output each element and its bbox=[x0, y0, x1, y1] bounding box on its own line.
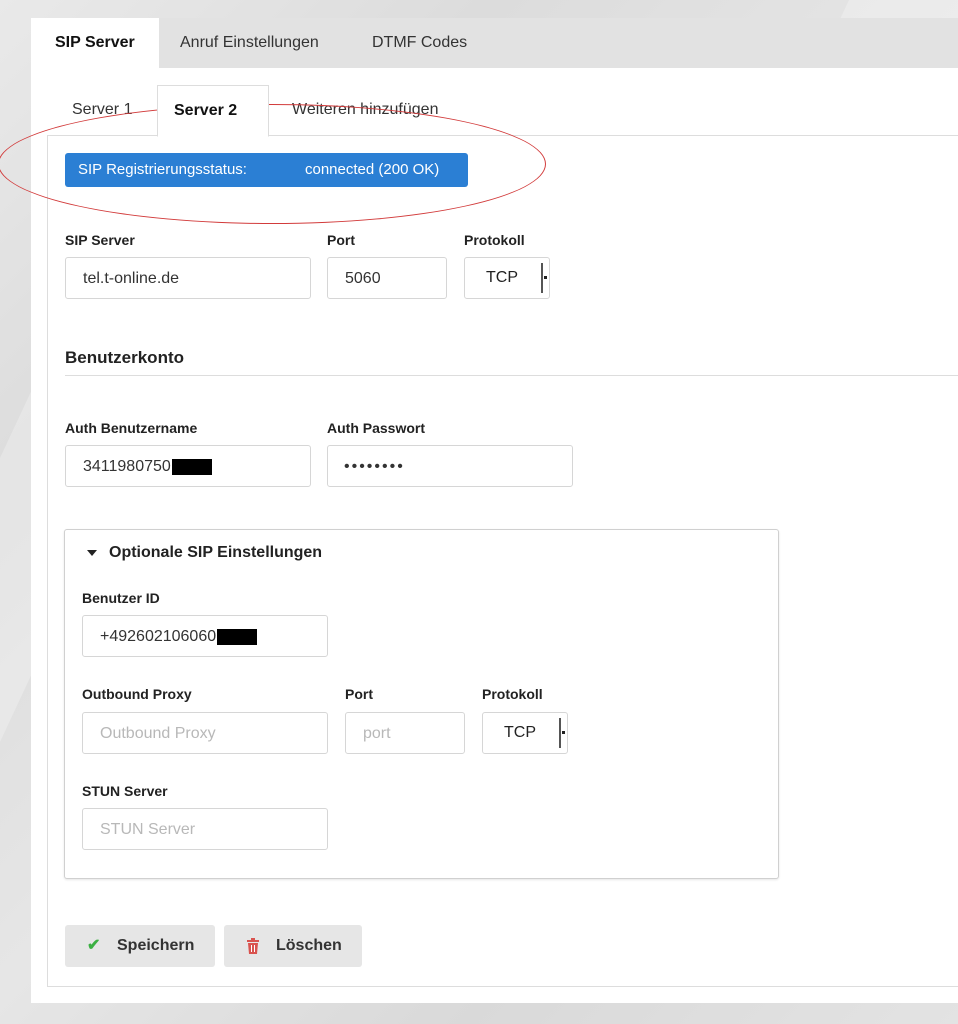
tab-anruf-einstellungen[interactable]: Anruf Einstellungen bbox=[156, 18, 343, 68]
stun-server-label: STUN Server bbox=[82, 783, 168, 799]
stun-server-input[interactable]: STUN Server bbox=[82, 808, 328, 850]
sip-server-input[interactable]: tel.t-online.de bbox=[65, 257, 311, 299]
registration-status-badge: SIP Registrierungsstatus: connected (200… bbox=[65, 153, 468, 187]
top-tabs: SIP Server Anruf Einstellungen DTMF Code… bbox=[31, 18, 958, 68]
tab-sip-server[interactable]: SIP Server bbox=[31, 18, 159, 68]
save-button-label: Speichern bbox=[117, 937, 195, 954]
port-input[interactable]: 5060 bbox=[327, 257, 447, 299]
user-id-label: Benutzer ID bbox=[82, 590, 160, 606]
select-arrow-icon bbox=[559, 718, 567, 748]
auth-password-label: Auth Passwort bbox=[327, 420, 426, 436]
proxy-port-input[interactable]: port bbox=[345, 712, 465, 754]
save-button[interactable]: ✔ Speichern bbox=[65, 925, 215, 967]
redaction-box bbox=[217, 628, 258, 645]
status-label: SIP Registrierungsstatus: bbox=[78, 161, 247, 178]
proxy-protocol-label: Protokoll bbox=[482, 686, 543, 702]
auth-username-label: Auth Benutzername bbox=[65, 420, 198, 436]
status-value: connected (200 OK) bbox=[305, 161, 440, 178]
auth-username-value: 3411980750 bbox=[83, 458, 171, 475]
protocol-select-value: TCP bbox=[486, 269, 518, 286]
section-divider bbox=[65, 375, 958, 376]
select-arrow-icon bbox=[541, 263, 549, 293]
trash-icon bbox=[246, 925, 260, 967]
caret-down-icon bbox=[87, 549, 97, 556]
protocol-select[interactable]: TCP bbox=[464, 257, 550, 299]
delete-button-label: Löschen bbox=[276, 937, 342, 954]
settings-card: SIP Server Anruf Einstellungen DTMF Code… bbox=[0, 18, 958, 1003]
optional-settings-toggle[interactable]: Optionale SIP Einstellungen bbox=[87, 544, 322, 562]
outbound-proxy-input[interactable]: Outbound Proxy bbox=[82, 712, 328, 754]
auth-password-input[interactable]: •••••••• bbox=[327, 445, 573, 487]
optional-settings-title: Optionale SIP Einstellungen bbox=[109, 544, 323, 561]
sip-server-label: SIP Server bbox=[65, 232, 135, 248]
proxy-protocol-value: TCP bbox=[504, 724, 536, 741]
outbound-proxy-label: Outbound Proxy bbox=[82, 686, 192, 702]
delete-button[interactable]: Löschen bbox=[224, 925, 362, 967]
user-id-value: +492602106060 bbox=[100, 628, 217, 645]
check-icon: ✔ bbox=[87, 937, 101, 954]
optional-settings-panel: Optionale SIP Einstellungen Benutzer ID … bbox=[64, 529, 779, 879]
proxy-protocol-select[interactable]: TCP bbox=[482, 712, 568, 754]
tab-dtmf-codes[interactable]: DTMF Codes bbox=[348, 18, 491, 68]
tab-server-2[interactable]: Server 2 bbox=[157, 85, 269, 137]
protocol-label: Protokoll bbox=[464, 232, 525, 248]
port-label: Port bbox=[327, 232, 355, 248]
auth-username-input[interactable]: 3411980750 bbox=[65, 445, 311, 487]
proxy-port-label: Port bbox=[345, 686, 373, 702]
tab-server-1[interactable]: Server 1 bbox=[56, 85, 148, 135]
redaction-box bbox=[171, 458, 212, 475]
account-section-title: Benutzerkonto bbox=[65, 348, 184, 367]
tab-add-server[interactable]: Weiteren hinzufügen bbox=[276, 85, 454, 135]
user-id-input[interactable]: +492602106060 bbox=[82, 615, 328, 657]
